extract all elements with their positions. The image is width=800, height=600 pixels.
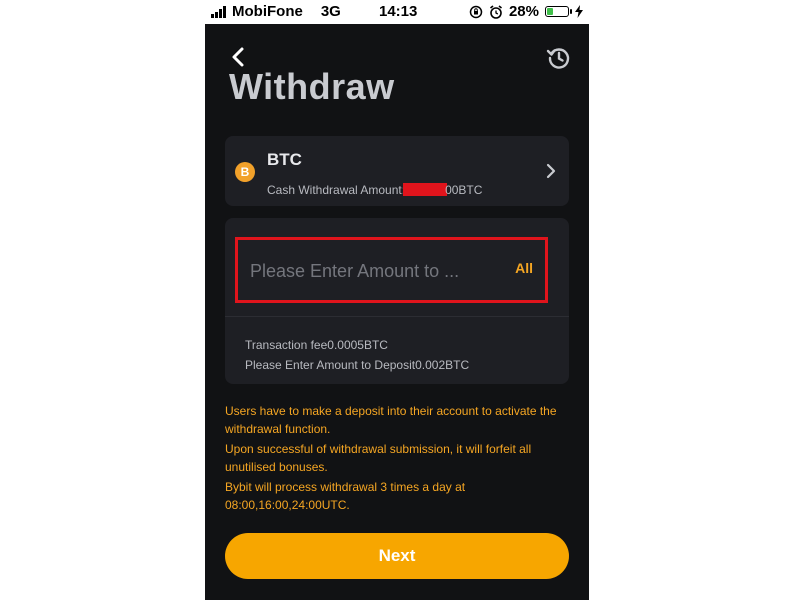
bitcoin-icon: B — [235, 162, 255, 182]
withdrawal-amount-value: 00BTC — [445, 183, 483, 197]
next-button[interactable]: Next — [225, 533, 569, 579]
signal-icon — [211, 5, 226, 18]
status-right: 28% — [469, 3, 583, 20]
battery-icon — [545, 6, 572, 17]
charging-icon — [575, 5, 583, 18]
all-button[interactable]: All — [515, 260, 533, 276]
history-icon[interactable] — [545, 44, 573, 72]
page-title: Withdraw — [229, 66, 395, 107]
carrier-name: MobiFone — [232, 3, 303, 20]
notice-item: Bybit will process withdrawal 3 times a … — [225, 480, 466, 512]
phone-screen: MobiFone 3G 14:13 28% Withdraw B BTC Cas… — [205, 0, 589, 600]
withdrawal-notices: Users have to make a deposit into their … — [225, 402, 575, 516]
notice-item: Users have to make a deposit into their … — [225, 404, 557, 436]
alarm-icon — [489, 4, 502, 19]
status-bar: MobiFone 3G 14:13 28% — [205, 0, 589, 24]
amount-input[interactable] — [248, 240, 512, 302]
notice-item: Upon successful of withdrawal submission… — [225, 442, 532, 474]
network-type: 3G — [320, 3, 341, 20]
status-time: 14:13 — [379, 3, 418, 20]
status-left: MobiFone 3G — [211, 3, 341, 20]
divider — [225, 316, 569, 317]
withdrawal-amount-label: Cash Withdrawal Amount: — [267, 183, 406, 197]
amount-input-highlight: All — [235, 237, 548, 303]
transaction-fee-text: Transaction fee0.0005BTC — [245, 338, 388, 352]
minimum-amount-text: Please Enter Amount to Deposit0.002BTC — [245, 358, 470, 372]
redaction-mark — [403, 183, 448, 196]
coin-selector[interactable]: B BTC Cash Withdrawal Amount: 00BTC — [225, 136, 569, 206]
coin-name: BTC — [267, 150, 302, 169]
withdrawal-amount-line: Cash Withdrawal Amount: 00BTC — [267, 183, 482, 197]
chevron-right-icon — [546, 163, 556, 179]
orientation-lock-icon — [469, 5, 483, 18]
back-chevron-icon[interactable] — [229, 46, 249, 68]
battery-percent: 28% — [508, 3, 539, 20]
amount-card: All Transaction fee0.0005BTC Please Ente… — [225, 218, 569, 384]
